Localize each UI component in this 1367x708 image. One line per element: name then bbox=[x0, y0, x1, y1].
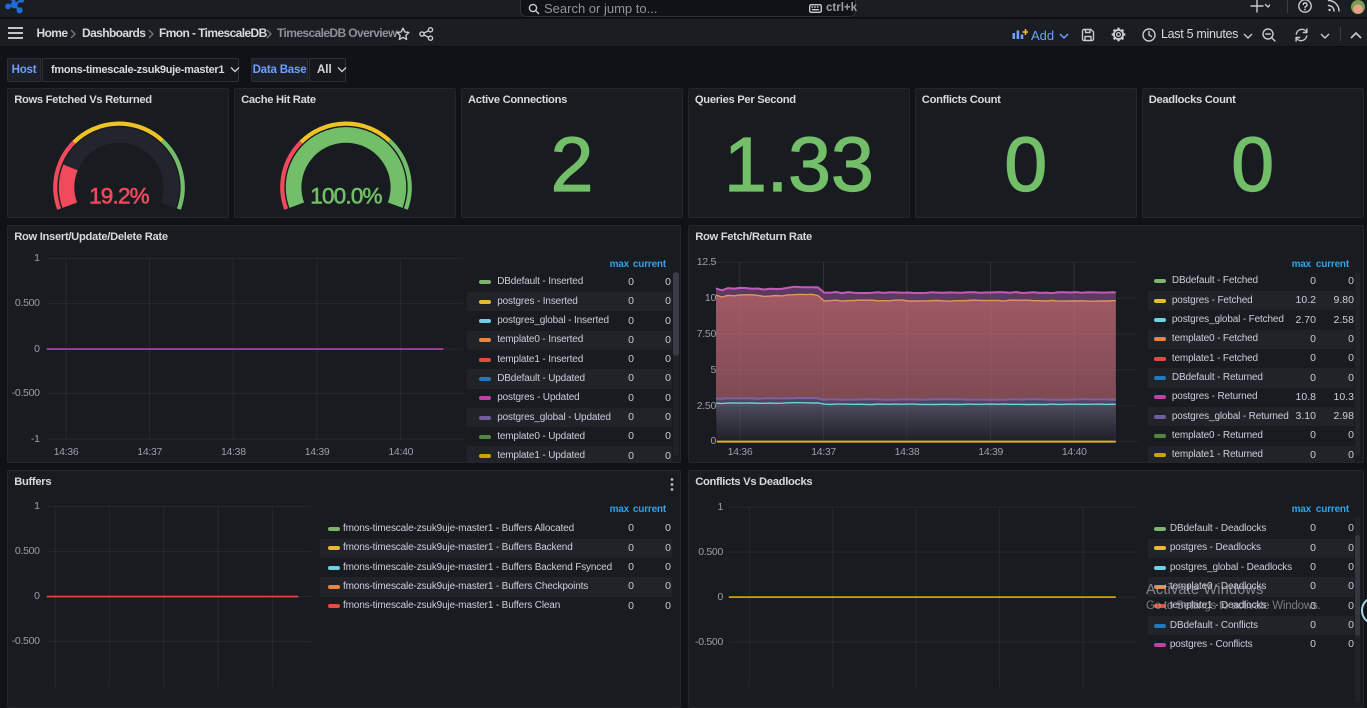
svg-text:19.2%: 19.2% bbox=[89, 184, 150, 209]
svg-text:100.0%: 100.0% bbox=[310, 184, 382, 209]
